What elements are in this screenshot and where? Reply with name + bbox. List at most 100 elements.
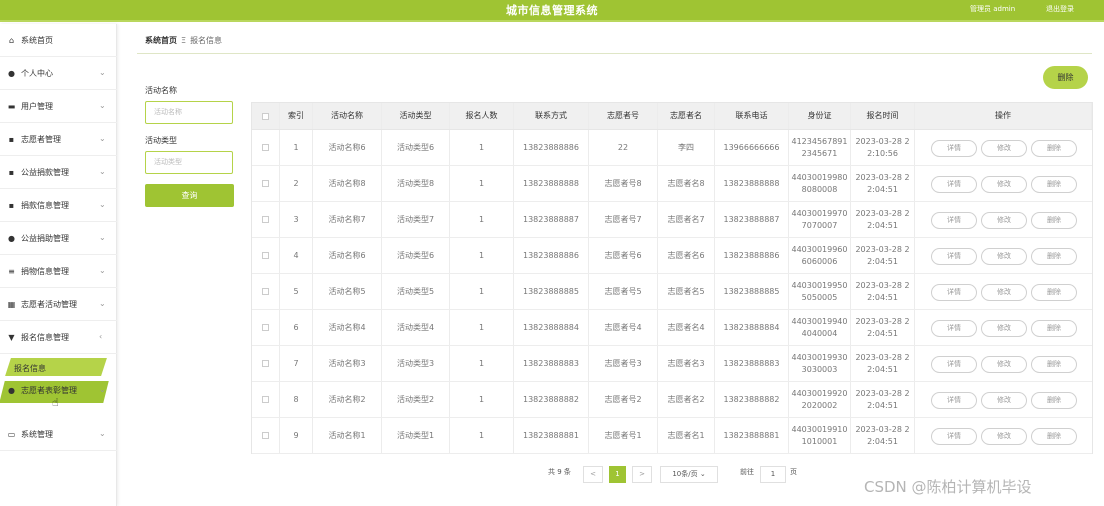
edit-button[interactable]: 修改 xyxy=(981,212,1027,229)
data-table: 索引 活动名称 活动类型 报名人数 联系方式 志愿者号 志愿者名 联系电话 身份证 报名时间 操作 1… xyxy=(251,102,1093,454)
delete-button[interactable]: 删除 xyxy=(1043,66,1088,89)
signup-time-line1: 2023-03-28 2 xyxy=(855,280,910,290)
table-cell-name: 活动名称6 xyxy=(313,238,382,273)
activity-name-label: 活动名称 xyxy=(145,86,177,95)
query-button[interactable]: 查询 xyxy=(145,184,234,207)
edit-button[interactable]: 修改 xyxy=(981,176,1027,193)
table-cell-name: 活动名称8 xyxy=(313,166,382,201)
sidebar-item-label: 个人中心 xyxy=(21,69,53,78)
edit-button[interactable]: 修改 xyxy=(981,392,1027,409)
sidebar-item-11[interactable]: ▭ 系统管理 ⌄ xyxy=(0,418,117,451)
table-cell-id-card: 44030019920 2020002 xyxy=(789,382,851,417)
detail-button[interactable]: 详情 xyxy=(931,284,977,301)
top-bar: 城市信息管理系统 管理员 admin 退出登录 xyxy=(0,0,1104,22)
row-checkbox[interactable] xyxy=(262,360,269,367)
chevron-left-icon: ‹ xyxy=(99,332,103,341)
detail-button[interactable]: 详情 xyxy=(931,320,977,337)
table-cell-phone: 13823888885 xyxy=(715,274,789,309)
sidebar-item-3[interactable]: ▪ 志愿者管理 ⌄ xyxy=(0,123,117,156)
sidebar-item-4[interactable]: ▪ 公益捐款管理 ⌄ xyxy=(0,156,117,189)
sidebar-item-7[interactable]: ≡ 捐物信息管理 ⌄ xyxy=(0,255,117,288)
edit-button[interactable]: 修改 xyxy=(981,284,1027,301)
sidebar-subitem-label: 报名信息 xyxy=(14,364,46,373)
sidebar-item-8[interactable]: ▦ 志愿者活动管理 ⌄ xyxy=(0,288,117,321)
table-cell-count: 1 xyxy=(450,166,514,201)
row-delete-button[interactable]: 删除 xyxy=(1031,428,1077,445)
detail-button[interactable]: 详情 xyxy=(931,428,977,445)
id-card-line2: 3030003 xyxy=(801,364,838,374)
row-checkbox[interactable] xyxy=(262,180,269,187)
id-card-line1: 44030019920 xyxy=(791,388,848,398)
row-checkbox[interactable] xyxy=(262,216,269,223)
sidebar-item-label: 志愿者管理 xyxy=(21,135,61,144)
sidebar-item-5[interactable]: ▪ 捐款信息管理 ⌄ xyxy=(0,189,117,222)
row-delete-button[interactable]: 删除 xyxy=(1031,284,1077,301)
row-delete-button[interactable]: 删除 xyxy=(1031,248,1077,265)
edit-button[interactable]: 修改 xyxy=(981,428,1027,445)
row-select-cell xyxy=(252,238,280,273)
next-page-button[interactable]: > xyxy=(632,466,652,483)
table-row: 9 活动名称1 活动类型1 1 13823888881 志愿者号1 志愿者名1 1382388… xyxy=(252,418,1092,454)
table-row: 2 活动名称8 活动类型8 1 13823888888 志愿者号8 志愿者名8 1382388… xyxy=(252,166,1092,202)
sidebar-item-6[interactable]: ● 公益捐助管理 ⌄ xyxy=(0,222,117,255)
id-card-line1: 44030019910 xyxy=(791,424,848,434)
table-cell-contact: 13823888885 xyxy=(514,274,589,309)
edit-button[interactable]: 修改 xyxy=(981,356,1027,373)
user-icon: ● xyxy=(8,234,15,243)
row-delete-button[interactable]: 删除 xyxy=(1031,176,1077,193)
detail-button[interactable]: 详情 xyxy=(931,392,977,409)
sidebar-item-2[interactable]: ▬ 用户管理 ⌄ xyxy=(0,90,117,123)
table-cell-vol_no: 志愿者号4 xyxy=(589,310,658,345)
row-checkbox[interactable] xyxy=(262,252,269,259)
edit-button[interactable]: 修改 xyxy=(981,248,1027,265)
row-select-cell xyxy=(252,418,280,453)
edit-button[interactable]: 修改 xyxy=(981,320,1027,337)
row-checkbox[interactable] xyxy=(262,288,269,295)
sidebar-item-0[interactable]: ⌂ 系统首页 xyxy=(0,24,117,57)
row-delete-button[interactable]: 删除 xyxy=(1031,320,1077,337)
table-cell-index: 4 xyxy=(280,238,313,273)
row-delete-button[interactable]: 删除 xyxy=(1031,356,1077,373)
id-card-line1: 44030019970 xyxy=(791,208,848,218)
column-header: 身份证 xyxy=(789,103,851,129)
breadcrumb-home[interactable]: 系统首页 xyxy=(145,36,177,45)
prev-page-button[interactable]: < xyxy=(583,466,603,483)
table-cell-contact: 13823888888 xyxy=(514,166,589,201)
row-checkbox[interactable] xyxy=(262,396,269,403)
table-cell-signup-time: 2023-03-28 2 2:10:56 xyxy=(851,130,915,165)
sidebar-item-9[interactable]: ▼ 报名信息管理 ‹ xyxy=(0,321,117,354)
activity-type-input[interactable]: 活动类型 xyxy=(145,151,233,174)
detail-button[interactable]: 详情 xyxy=(931,176,977,193)
table-cell-type: 活动类型8 xyxy=(382,166,450,201)
table-cell-vol_no: 22 xyxy=(589,130,658,165)
row-checkbox[interactable] xyxy=(262,144,269,151)
table-cell-signup-time: 2023-03-28 2 2:04:51 xyxy=(851,238,915,273)
chevron-down-icon: ⌄ xyxy=(99,385,106,394)
row-delete-button[interactable]: 删除 xyxy=(1031,140,1077,157)
page-1-button[interactable]: 1 xyxy=(609,466,626,483)
detail-button[interactable]: 详情 xyxy=(931,248,977,265)
activity-name-input[interactable]: 活动名称 xyxy=(145,101,233,124)
table-row: 3 活动名称7 活动类型7 1 13823888887 志愿者号7 志愿者名7 1382388… xyxy=(252,202,1092,238)
row-delete-button[interactable]: 删除 xyxy=(1031,212,1077,229)
goto-page-input[interactable]: 1 xyxy=(760,466,786,483)
table-cell-name: 活动名称2 xyxy=(313,382,382,417)
page-size-select[interactable]: 10条/页 ⌄ xyxy=(660,466,718,483)
table-cell-vol_name: 志愿者名4 xyxy=(658,310,715,345)
sidebar-item-1[interactable]: ● 个人中心 ⌄ xyxy=(0,57,117,90)
table-cell-vol_no: 志愿者号7 xyxy=(589,202,658,237)
logout-link[interactable]: 退出登录 xyxy=(1046,4,1074,14)
chevron-down-icon: ⌄ xyxy=(99,429,106,438)
table-cell-actions: 详情 修改 删除 xyxy=(915,130,1092,165)
select-all-checkbox[interactable] xyxy=(262,112,269,120)
edit-button[interactable]: 修改 xyxy=(981,140,1027,157)
table-cell-type: 活动类型3 xyxy=(382,346,450,381)
row-checkbox[interactable] xyxy=(262,432,269,439)
row-delete-button[interactable]: 删除 xyxy=(1031,392,1077,409)
signup-time-line1: 2023-03-28 2 xyxy=(855,424,910,434)
table-cell-type: 活动类型1 xyxy=(382,418,450,453)
row-checkbox[interactable] xyxy=(262,324,269,331)
detail-button[interactable]: 详情 xyxy=(931,212,977,229)
detail-button[interactable]: 详情 xyxy=(931,140,977,157)
detail-button[interactable]: 详情 xyxy=(931,356,977,373)
